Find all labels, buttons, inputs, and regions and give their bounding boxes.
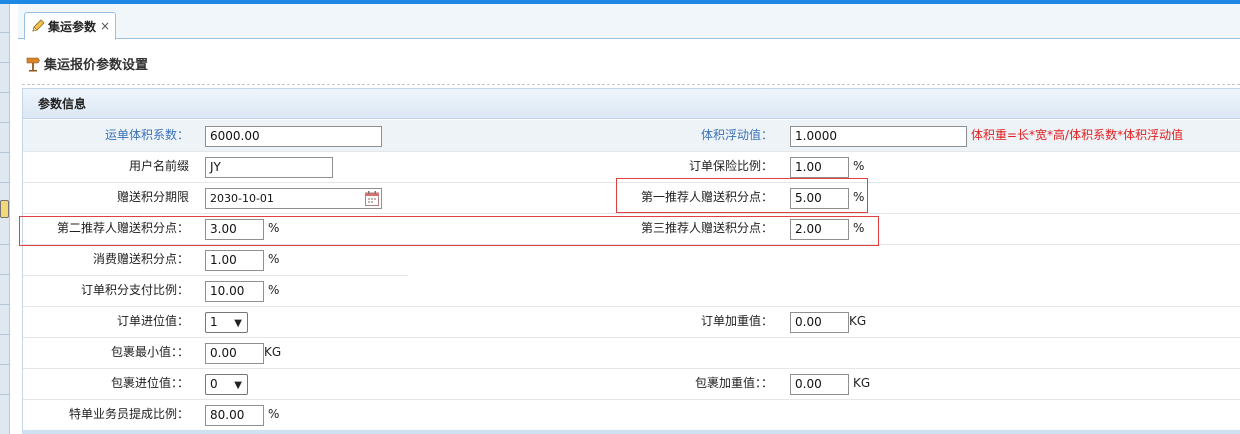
form-row: 运单体积系数： 6000.00 体积浮动值： 1.0000 体积重=长*宽*高/…: [23, 120, 1240, 151]
form-row: 消费赠送积分点： 1.00 %: [23, 244, 1240, 275]
form-row: 订单积分支付比例： 10.00 %: [23, 275, 1240, 306]
order-increment-input[interactable]: 0.00: [790, 312, 849, 333]
volume-float-input[interactable]: 1.0000: [790, 126, 967, 147]
package-min-unit: KG: [264, 345, 282, 359]
sidebar-selected-marker: [0, 200, 9, 218]
page-title-text: 集运报价参数设置: [44, 58, 149, 73]
sidebar-divider: [0, 334, 9, 335]
insurance-ratio-input[interactable]: 1.00: [790, 157, 849, 178]
chevron-down-icon: ▼: [234, 380, 242, 391]
left-sidebar-strip[interactable]: [0, 4, 10, 434]
sidebar-divider: [0, 152, 9, 153]
package-increment-input[interactable]: 0.00: [790, 374, 849, 395]
order-increment-label: 订单加重值：: [700, 314, 773, 328]
tab-bar: 集运参数 ×: [18, 4, 1240, 40]
form-row: 特单业务员提成比例： 80.00 %: [23, 399, 1240, 430]
package-min-label: 包裹最小值：：: [110, 345, 189, 359]
package-min-input[interactable]: 0.00: [205, 343, 264, 364]
sidebar-divider: [0, 62, 9, 63]
sidebar-divider: [0, 304, 9, 305]
sidebar-divider: [0, 274, 9, 275]
form-row: 订单进位值： 1 ▼ 订单加重值： 0.00 KG: [23, 306, 1240, 337]
sidebar-divider: [0, 122, 9, 123]
package-rounding-select[interactable]: 0 ▼: [205, 374, 248, 395]
bottom-border: [22, 430, 1240, 434]
user-prefix-input[interactable]: JY: [205, 157, 333, 178]
sidebar-divider: [0, 32, 9, 33]
row-divider: [23, 399, 1240, 400]
calendar-icon[interactable]: [365, 191, 379, 206]
chevron-down-icon: ▼: [234, 318, 242, 329]
pencil-icon: [32, 19, 45, 32]
title-separator: [22, 84, 1240, 85]
order-rounding-select[interactable]: 1 ▼: [205, 312, 248, 333]
package-rounding-label: 包裹进位值：：: [110, 376, 189, 390]
sidebar-divider: [0, 182, 9, 183]
staff-commission-label: 特单业务员提成比例：: [68, 407, 189, 421]
gift-points-expiry-input[interactable]: 2030-10-01: [205, 188, 382, 209]
sidebar-divider: [0, 244, 9, 245]
user-prefix-label: 用户名前缀: [128, 159, 189, 173]
settings-icon: [26, 57, 40, 71]
sidebar-divider: [0, 92, 9, 93]
consume-points-unit: %: [268, 252, 280, 266]
package-increment-label: 包裹加重值：：: [694, 376, 773, 390]
staff-commission-unit: %: [268, 407, 280, 421]
form-row: 包裹进位值：： 0 ▼ 包裹加重值：： 0.00 KG: [23, 368, 1240, 399]
package-rounding-value: 0: [210, 377, 218, 391]
order-points-ratio-label: 订单积分支付比例：: [80, 283, 189, 297]
volume-float-label: 体积浮动值：: [700, 128, 773, 142]
tab-close-icon[interactable]: ×: [100, 19, 110, 33]
tab-label: 集运参数: [48, 19, 97, 34]
sidebar-divider: [0, 394, 9, 395]
order-rounding-value: 1: [210, 315, 218, 329]
highlight-box: [616, 178, 868, 213]
sidebar-divider: [0, 364, 9, 365]
page-title: 集运报价参数设置: [26, 54, 148, 73]
order-increment-unit: KG: [849, 314, 867, 328]
tab-jiyun-params[interactable]: 集运参数 ×: [24, 12, 116, 40]
order-points-ratio-unit: %: [268, 283, 280, 297]
volume-coef-label: 运单体积系数：: [104, 128, 189, 142]
staff-commission-input[interactable]: 80.00: [205, 405, 264, 426]
form-row: 包裹最小值：： 0.00 KG: [23, 337, 1240, 368]
highlight-box: [19, 216, 879, 246]
order-points-ratio-input[interactable]: 10.00: [205, 281, 264, 302]
consume-points-input[interactable]: 1.00: [205, 250, 264, 271]
panel-header: 参数信息: [23, 89, 1240, 119]
order-rounding-label: 订单进位值：: [116, 314, 189, 328]
row-divider: [23, 337, 1240, 338]
volume-coef-input[interactable]: 6000.00: [205, 126, 382, 147]
consume-points-label: 消费赠送积分点：: [92, 252, 189, 266]
volume-weight-formula-note: 体积重=长*宽*高/体积系数*体积浮动值: [971, 128, 1184, 142]
package-increment-unit: KG: [853, 376, 871, 390]
params-panel: 参数信息 运单体积系数： 6000.00 体积浮动值： 1.0000 体积重=长…: [22, 88, 1240, 434]
gift-points-expiry-label: 赠送积分期限: [116, 190, 189, 204]
